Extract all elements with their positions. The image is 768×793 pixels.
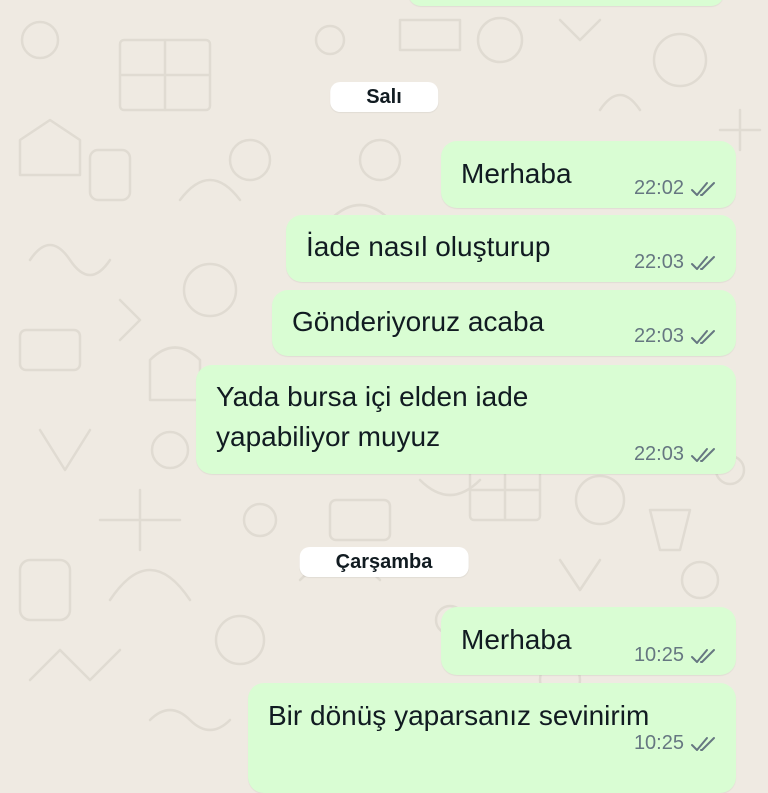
message-meta: 22:03 <box>634 443 718 466</box>
message-bubble[interactable]: İade nasıl oluşturup 22:03 <box>286 215 736 282</box>
message-time: 22:02 <box>633 177 684 199</box>
message-bubble[interactable]: Bir dönüş yaparsanız sevinirim 10:25 <box>248 683 736 793</box>
double-check-icon <box>690 180 718 198</box>
message-bubble[interactable]: Yada bursa içi elden iade yapabiliyor mu… <box>196 365 736 474</box>
message-text: Bir dönüş yaparsanız sevinirim <box>268 700 650 731</box>
message-bubble[interactable]: Merhaba 10:25 <box>441 607 736 675</box>
message-time: 22:03 <box>633 325 684 347</box>
message-meta: 22:02 <box>634 177 718 200</box>
double-check-icon <box>690 446 718 464</box>
date-separator: Çarşamba <box>299 547 469 577</box>
message-meta: 22:03 <box>634 251 718 274</box>
message-meta: 10:25 <box>634 732 718 755</box>
date-separator: Salı <box>330 82 438 112</box>
message-time: 10:25 <box>633 644 684 666</box>
message-bubble[interactable]: Gönderiyoruz acaba 22:03 <box>272 290 736 356</box>
message-bubble[interactable]: Merhaba 22:02 <box>441 141 736 208</box>
chat-thread: Salı Merhaba 22:02 İade nasıl oluşturup … <box>0 0 768 793</box>
double-check-icon <box>690 647 718 665</box>
message-meta: 22:03 <box>634 325 718 348</box>
message-time: 22:03 <box>633 251 684 273</box>
double-check-icon <box>690 254 718 272</box>
double-check-icon <box>690 735 718 753</box>
double-check-icon <box>690 328 718 346</box>
message-time: 10:25 <box>633 732 684 754</box>
message-bubble-partial[interactable] <box>408 0 724 6</box>
message-meta: 10:25 <box>634 644 718 667</box>
message-time: 22:03 <box>633 443 684 465</box>
